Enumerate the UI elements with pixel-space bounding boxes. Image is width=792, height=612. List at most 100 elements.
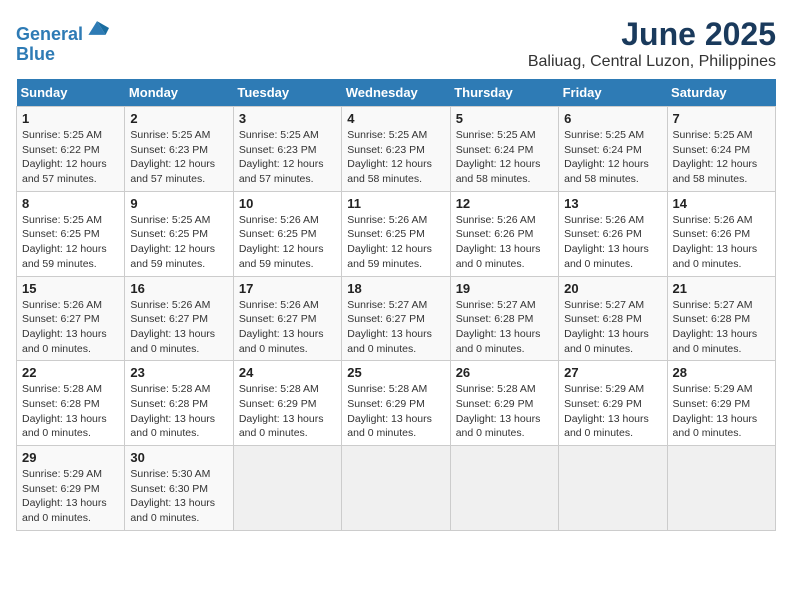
day-detail: Sunrise: 5:27 AMSunset: 6:28 PMDaylight:… <box>673 298 770 357</box>
calendar-week-row: 15 Sunrise: 5:26 AMSunset: 6:27 PMDayligh… <box>17 276 776 361</box>
day-number: 25 <box>347 365 444 380</box>
day-number: 22 <box>22 365 119 380</box>
calendar-day-cell: 22Sunrise: 5:28 AMSunset: 6:28 PMDayligh… <box>17 361 125 446</box>
day-detail: Sunrise: 5:28 AMSunset: 6:28 PMDaylight:… <box>130 382 227 441</box>
calendar-day-cell: 12 Sunrise: 5:26 AMSunset: 6:26 PMDayligh… <box>450 191 558 276</box>
main-title: June 2025 <box>528 16 776 53</box>
calendar-day-cell: 30 Sunrise: 5:30 AMSunset: 6:30 PMDayligh… <box>125 446 233 531</box>
day-number: 11 <box>347 196 444 211</box>
calendar-day-cell: 8Sunrise: 5:25 AMSunset: 6:25 PMDaylight… <box>17 191 125 276</box>
day-detail: Sunrise: 5:25 AMSunset: 6:23 PMDaylight:… <box>239 128 336 187</box>
calendar-day-cell: 19 Sunrise: 5:27 AMSunset: 6:28 PMDayligh… <box>450 276 558 361</box>
calendar-day-cell: 10Sunrise: 5:26 AMSunset: 6:25 PMDayligh… <box>233 191 341 276</box>
day-detail: Sunrise: 5:25 AMSunset: 6:23 PMDaylight:… <box>347 128 444 187</box>
day-detail: Sunrise: 5:25 AMSunset: 6:25 PMDaylight:… <box>22 213 119 272</box>
day-detail: Sunrise: 5:26 AMSunset: 6:26 PMDaylight:… <box>564 213 661 272</box>
day-number: 16 <box>130 281 227 296</box>
calendar-day-cell: 13 Sunrise: 5:26 AMSunset: 6:26 PMDayligh… <box>559 191 667 276</box>
day-detail: Sunrise: 5:28 AMSunset: 6:29 PMDaylight:… <box>239 382 336 441</box>
calendar-day-cell: 16 Sunrise: 5:26 AMSunset: 6:27 PMDayligh… <box>125 276 233 361</box>
day-detail: Sunrise: 5:26 AMSunset: 6:27 PMDaylight:… <box>239 298 336 357</box>
calendar-day-cell: 24 Sunrise: 5:28 AMSunset: 6:29 PMDayligh… <box>233 361 341 446</box>
calendar-day-cell: 23 Sunrise: 5:28 AMSunset: 6:28 PMDayligh… <box>125 361 233 446</box>
day-detail: Sunrise: 5:26 AMSunset: 6:26 PMDaylight:… <box>456 213 553 272</box>
weekday-header-wednesday: Wednesday <box>342 79 450 107</box>
day-number: 18 <box>347 281 444 296</box>
day-number: 14 <box>673 196 770 211</box>
calendar-day-cell: 9Sunrise: 5:25 AMSunset: 6:25 PMDaylight… <box>125 191 233 276</box>
day-detail: Sunrise: 5:25 AMSunset: 6:24 PMDaylight:… <box>456 128 553 187</box>
day-number: 13 <box>564 196 661 211</box>
day-number: 17 <box>239 281 336 296</box>
calendar-day-cell: 29Sunrise: 5:29 AMSunset: 6:29 PMDayligh… <box>17 446 125 531</box>
weekday-header-thursday: Thursday <box>450 79 558 107</box>
day-number: 12 <box>456 196 553 211</box>
day-detail: Sunrise: 5:27 AMSunset: 6:27 PMDaylight:… <box>347 298 444 357</box>
day-number: 20 <box>564 281 661 296</box>
day-detail: Sunrise: 5:25 AMSunset: 6:24 PMDaylight:… <box>564 128 661 187</box>
calendar-day-cell: 27Sunrise: 5:29 AMSunset: 6:29 PMDayligh… <box>559 361 667 446</box>
day-number: 24 <box>239 365 336 380</box>
calendar-day-cell: 21 Sunrise: 5:27 AMSunset: 6:28 PMDayligh… <box>667 276 775 361</box>
logo-general: General <box>16 24 83 44</box>
calendar-day-cell <box>342 446 450 531</box>
day-number: 4 <box>347 111 444 126</box>
day-number: 30 <box>130 450 227 465</box>
calendar-day-cell <box>559 446 667 531</box>
day-number: 15 <box>22 281 119 296</box>
day-detail: Sunrise: 5:29 AMSunset: 6:29 PMDaylight:… <box>564 382 661 441</box>
calendar-day-cell: 7 Sunrise: 5:25 AMSunset: 6:24 PMDaylight… <box>667 107 775 192</box>
calendar-table: SundayMondayTuesdayWednesdayThursdayFrid… <box>16 79 776 531</box>
calendar-day-cell: 17 Sunrise: 5:26 AMSunset: 6:27 PMDayligh… <box>233 276 341 361</box>
logo: General Blue <box>16 20 109 65</box>
day-detail: Sunrise: 5:26 AMSunset: 6:25 PMDaylight:… <box>347 213 444 272</box>
day-number: 7 <box>673 111 770 126</box>
calendar-day-cell: 1 Sunrise: 5:25 AMSunset: 6:22 PMDaylight… <box>17 107 125 192</box>
calendar-day-cell: 20 Sunrise: 5:27 AMSunset: 6:28 PMDayligh… <box>559 276 667 361</box>
day-detail: Sunrise: 5:29 AMSunset: 6:29 PMDaylight:… <box>673 382 770 441</box>
weekday-header-sunday: Sunday <box>17 79 125 107</box>
day-number: 21 <box>673 281 770 296</box>
day-detail: Sunrise: 5:30 AMSunset: 6:30 PMDaylight:… <box>130 467 227 526</box>
weekday-header-saturday: Saturday <box>667 79 775 107</box>
calendar-day-cell: 2 Sunrise: 5:25 AMSunset: 6:23 PMDaylight… <box>125 107 233 192</box>
day-number: 6 <box>564 111 661 126</box>
day-detail: Sunrise: 5:26 AMSunset: 6:27 PMDaylight:… <box>22 298 119 357</box>
calendar-day-cell: 26 Sunrise: 5:28 AMSunset: 6:29 PMDayligh… <box>450 361 558 446</box>
calendar-day-cell: 11 Sunrise: 5:26 AMSunset: 6:25 PMDayligh… <box>342 191 450 276</box>
day-number: 2 <box>130 111 227 126</box>
day-detail: Sunrise: 5:28 AMSunset: 6:29 PMDaylight:… <box>347 382 444 441</box>
day-detail: Sunrise: 5:25 AMSunset: 6:22 PMDaylight:… <box>22 128 119 187</box>
calendar-day-cell: 5 Sunrise: 5:25 AMSunset: 6:24 PMDaylight… <box>450 107 558 192</box>
calendar-week-row: 8Sunrise: 5:25 AMSunset: 6:25 PMDaylight… <box>17 191 776 276</box>
day-detail: Sunrise: 5:27 AMSunset: 6:28 PMDaylight:… <box>564 298 661 357</box>
calendar-day-cell <box>233 446 341 531</box>
calendar-day-cell: 25 Sunrise: 5:28 AMSunset: 6:29 PMDayligh… <box>342 361 450 446</box>
day-number: 29 <box>22 450 119 465</box>
day-number: 19 <box>456 281 553 296</box>
day-number: 26 <box>456 365 553 380</box>
day-number: 1 <box>22 111 119 126</box>
calendar-week-row: 1 Sunrise: 5:25 AMSunset: 6:22 PMDaylight… <box>17 107 776 192</box>
calendar-day-cell: 6 Sunrise: 5:25 AMSunset: 6:24 PMDaylight… <box>559 107 667 192</box>
day-number: 10 <box>239 196 336 211</box>
calendar-day-cell: 14Sunrise: 5:26 AMSunset: 6:26 PMDayligh… <box>667 191 775 276</box>
title-area: June 2025 Baliuag, Central Luzon, Philip… <box>528 16 776 71</box>
calendar-day-cell: 3 Sunrise: 5:25 AMSunset: 6:23 PMDaylight… <box>233 107 341 192</box>
day-detail: Sunrise: 5:27 AMSunset: 6:28 PMDaylight:… <box>456 298 553 357</box>
calendar-week-row: 29Sunrise: 5:29 AMSunset: 6:29 PMDayligh… <box>17 446 776 531</box>
day-detail: Sunrise: 5:25 AMSunset: 6:24 PMDaylight:… <box>673 128 770 187</box>
day-detail: Sunrise: 5:25 AMSunset: 6:25 PMDaylight:… <box>130 213 227 272</box>
calendar-day-cell: 4 Sunrise: 5:25 AMSunset: 6:23 PMDaylight… <box>342 107 450 192</box>
day-detail: Sunrise: 5:26 AMSunset: 6:27 PMDaylight:… <box>130 298 227 357</box>
day-detail: Sunrise: 5:28 AMSunset: 6:29 PMDaylight:… <box>456 382 553 441</box>
weekday-header-tuesday: Tuesday <box>233 79 341 107</box>
day-number: 5 <box>456 111 553 126</box>
weekday-header-friday: Friday <box>559 79 667 107</box>
day-detail: Sunrise: 5:25 AMSunset: 6:23 PMDaylight:… <box>130 128 227 187</box>
page-header: General Blue June 2025 Baliuag, Central … <box>16 16 776 71</box>
day-number: 23 <box>130 365 227 380</box>
day-number: 3 <box>239 111 336 126</box>
calendar-day-cell <box>667 446 775 531</box>
logo-icon <box>85 16 109 40</box>
